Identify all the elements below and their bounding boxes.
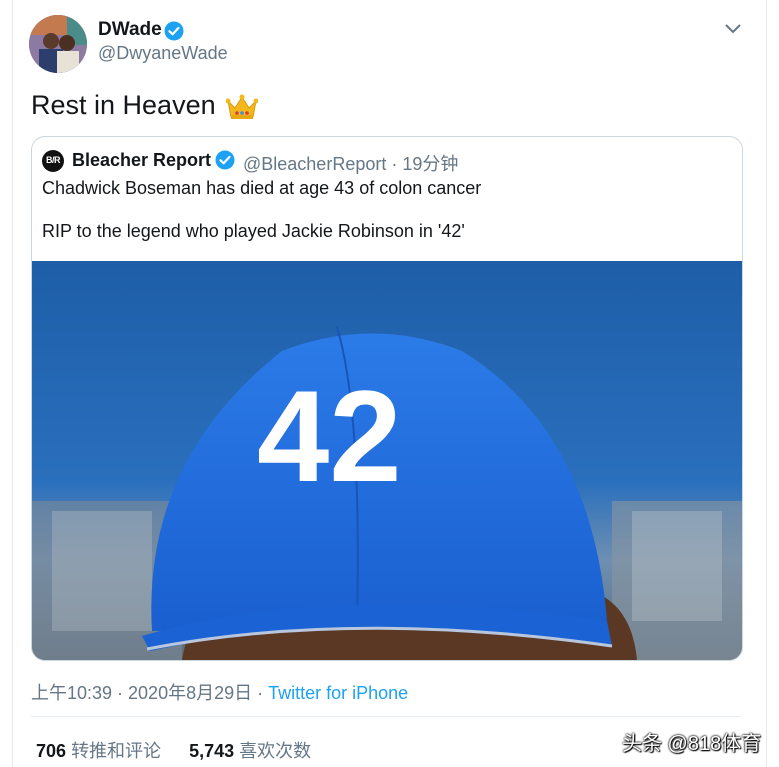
retweets-label[interactable]: 转推和评论: [71, 741, 161, 761]
retweets-count[interactable]: 706: [36, 741, 66, 761]
quoted-text-line-1: Chadwick Boseman has died at age 43 of c…: [42, 178, 482, 198]
quoted-author-name[interactable]: Bleacher Report: [72, 150, 211, 171]
likes-count[interactable]: 5,743: [189, 741, 234, 761]
divider: [31, 716, 741, 717]
quoted-photo[interactable]: 42: [32, 261, 742, 660]
quoted-tweet[interactable]: B/R Bleacher Report @BleacherReport · 19…: [31, 136, 743, 661]
bleacher-report-logo: B/R: [42, 150, 64, 172]
quoted-text-line-2: RIP to the legend who played Jackie Robi…: [42, 221, 465, 241]
tweet-meta: 上午10:39 · 2020年8月29日 · Twitter for iPhon…: [31, 679, 408, 705]
avatar[interactable]: [29, 15, 87, 73]
watermark: 头条 @818体育: [622, 733, 762, 755]
chevron-down-icon[interactable]: [724, 22, 742, 41]
timestamp[interactable]: 上午10:39 · 2020年8月29日: [31, 683, 252, 703]
source-link[interactable]: Twitter for iPhone: [268, 683, 408, 703]
logo-text: B/R: [46, 155, 61, 165]
author-handle[interactable]: @DwyaneWade: [98, 43, 228, 64]
crown-emoji-icon: [225, 93, 259, 126]
tweet-text: Rest in Heaven: [31, 90, 216, 120]
verified-badge-icon: [215, 150, 235, 175]
likes-label[interactable]: 喜欢次数: [239, 741, 311, 761]
quoted-author-handle[interactable]: @BleacherReport · 19分钟: [243, 150, 458, 176]
meta-separator: ·: [252, 683, 269, 703]
author-name[interactable]: DWade: [98, 19, 162, 41]
tweet-stats: 706 转推和评论 5,743 喜欢次数: [36, 737, 311, 763]
cap-number: 42: [257, 363, 402, 509]
